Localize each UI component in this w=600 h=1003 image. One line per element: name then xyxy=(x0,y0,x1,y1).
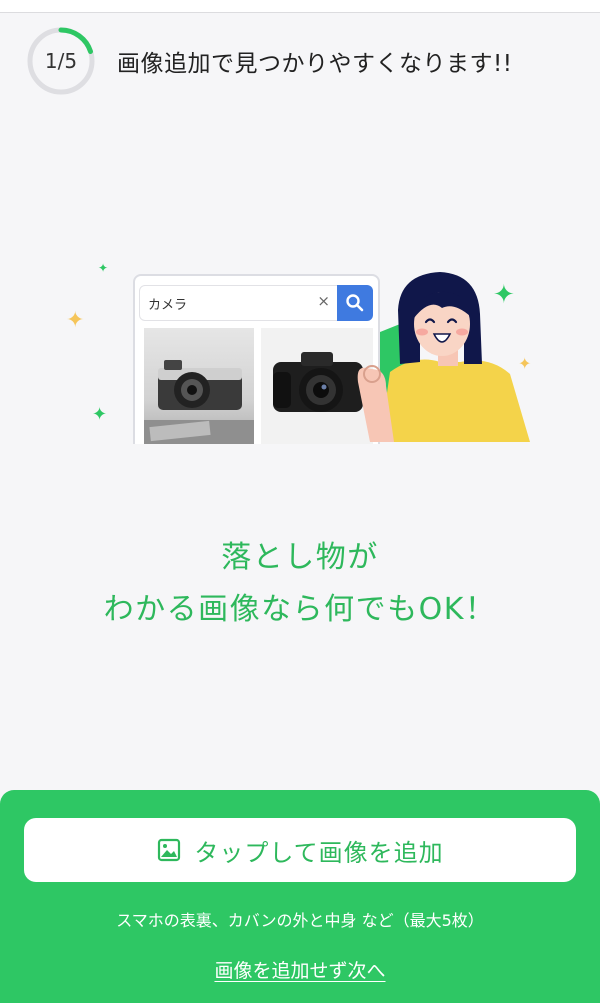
sparkle-icon: ✦ xyxy=(98,261,109,275)
headline-line-2: わかる画像なら何でもOK！ xyxy=(103,592,497,627)
image-examples-note: スマホの表裏、カバンの外と中身 など（最大5枚） xyxy=(116,911,484,930)
search-query-text: カメラ xyxy=(148,298,188,313)
close-icon: × xyxy=(317,292,330,310)
headline: 落とし物が わかる画像なら何でもOK！ xyxy=(0,532,600,636)
person-illustration xyxy=(357,272,530,442)
bottom-action-panel: タップして画像を追加 スマホの表裏、カバンの外と中身 など（最大5枚） 画像を追… xyxy=(0,790,600,1003)
skip-image-link[interactable]: 画像を追加せず次へ xyxy=(0,956,600,983)
sparkle-icon: ✦ xyxy=(66,308,85,333)
progress-ring: 1/5 xyxy=(26,26,96,96)
page-title: 画像追加で見つかりやすくなります!! xyxy=(117,51,513,77)
top-border xyxy=(0,0,600,13)
progress-label: 1/5 xyxy=(44,49,78,73)
illustration: ✦ ✦ ✦ ✦ ✦ カメラ × xyxy=(60,252,550,444)
add-image-button[interactable]: タップして画像を追加 xyxy=(24,818,576,882)
camera-photo-1 xyxy=(144,328,254,444)
search-result-card: カメラ × xyxy=(133,274,380,444)
sparkle-icon: ✦ xyxy=(92,404,108,425)
image-icon xyxy=(158,838,181,862)
headline-line-1: 落とし物が xyxy=(221,540,379,575)
search-input: カメラ × xyxy=(139,285,339,321)
add-image-label: タップして画像を追加 xyxy=(194,838,444,867)
